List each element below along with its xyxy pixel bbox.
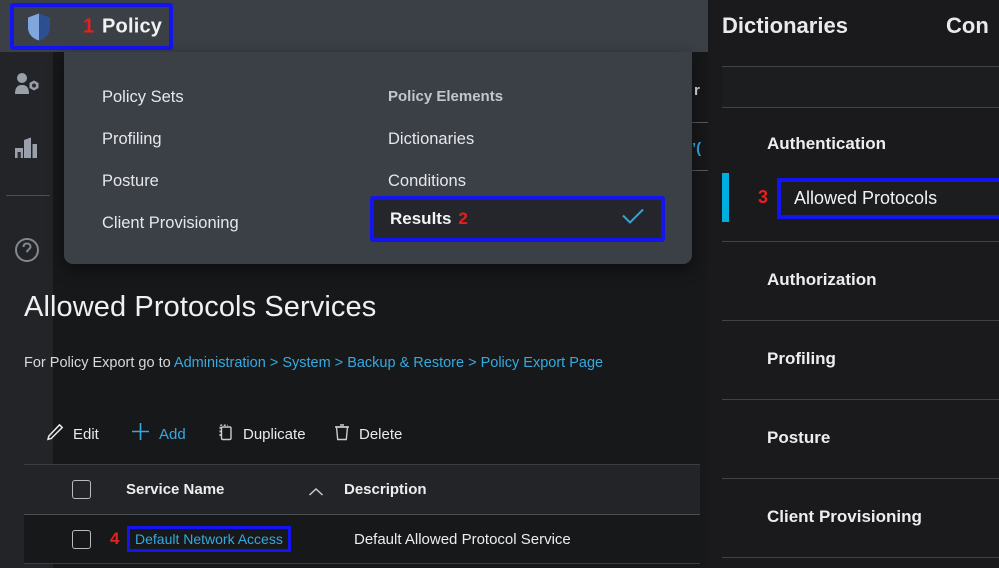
peek-text-1: r	[694, 82, 700, 99]
bar-chart-icon	[14, 136, 40, 165]
tab-conditions[interactable]: Con	[946, 13, 989, 39]
dropdown-column-right: Policy Elements Dictionaries Conditions	[388, 76, 688, 202]
nav-item-profiling[interactable]: Profiling	[722, 321, 999, 400]
nav-item-posture[interactable]: Posture	[722, 400, 999, 479]
annotation-number-4: 4	[110, 529, 120, 548]
nav-item-authorization[interactable]: Authorization	[722, 242, 999, 321]
results-label: Results	[390, 209, 452, 228]
nav-item-label-allowed-protocols: Allowed Protocols	[794, 188, 938, 208]
table-row[interactable]: 4 Default Network Access Default Allowed…	[24, 514, 700, 564]
nav-label-authorization: Authorization	[767, 270, 877, 289]
selection-indicator-bar	[722, 173, 729, 222]
delete-label: Delete	[359, 425, 403, 443]
pencil-icon	[46, 423, 64, 446]
table-header-row: Service Name Description	[24, 464, 700, 514]
policy-menu-label: Policy	[102, 15, 163, 37]
column-header-service-name[interactable]: Service Name	[126, 481, 224, 498]
annotation-number-2: 2	[458, 209, 468, 228]
nav-label-client-provisioning: Client Provisioning	[767, 507, 922, 526]
shield-icon	[26, 12, 52, 41]
rail-item-help[interactable]	[8, 234, 45, 271]
sep-2: >	[330, 355, 348, 371]
menu-item-results[interactable]: Results 2	[370, 196, 665, 242]
page-content: Allowed Protocols Services For Policy Ex…	[24, 264, 708, 568]
service-name-highlight: Default Network Access	[127, 526, 291, 552]
hint-prefix: For Policy Export go to	[24, 355, 174, 371]
nav-item-client-provisioning[interactable]: Client Provisioning	[722, 479, 999, 558]
main-pane: 1 Policy Allowed Protocols Services For …	[0, 0, 708, 568]
select-all-checkbox[interactable]	[72, 480, 91, 499]
add-label: Add	[159, 425, 186, 443]
peek-text-2: ’(	[692, 140, 702, 157]
tab-dictionaries[interactable]: Dictionaries	[722, 13, 848, 39]
services-table: Service Name Description 4 Default Netwo…	[24, 464, 700, 564]
annotation-number-3: 3	[758, 187, 769, 207]
page-title: Allowed Protocols Services	[24, 291, 377, 323]
menu-item-profiling[interactable]: Profiling	[102, 118, 392, 160]
nav-label-profiling: Profiling	[767, 349, 836, 368]
add-button[interactable]: Add	[131, 419, 186, 449]
rail-item-administration[interactable]	[8, 68, 45, 105]
menu-item-dictionaries[interactable]: Dictionaries	[388, 118, 688, 160]
rail-divider	[6, 195, 50, 196]
dropdown-column-left: Policy Sets Profiling Posture Client Pro…	[102, 76, 392, 244]
delete-button[interactable]: Delete	[334, 419, 402, 449]
edit-button[interactable]: Edit	[46, 419, 99, 449]
peek-divider-1	[692, 122, 708, 123]
link-backup-restore[interactable]: Backup & Restore	[347, 355, 464, 371]
menu-item-posture[interactable]: Posture	[102, 160, 392, 202]
user-admin-icon	[14, 72, 40, 101]
link-system[interactable]: System	[282, 355, 330, 371]
trash-icon	[334, 423, 350, 446]
menu-group-policy-elements: Policy Elements	[388, 88, 504, 105]
right-pane-nav-list: Authentication 3 Allowed Protocols Autho…	[722, 108, 999, 558]
sep-1: >	[265, 355, 283, 371]
menu-item-client-provisioning[interactable]: Client Provisioning	[102, 202, 392, 244]
duplicate-button[interactable]: Duplicate	[217, 419, 306, 449]
sep-3: >	[464, 355, 481, 371]
chevron-up-icon[interactable]	[308, 484, 324, 502]
nav-group-title-authentication: Authentication	[767, 134, 886, 153]
plus-icon	[131, 422, 150, 446]
peek-divider-2	[692, 170, 708, 171]
column-header-description[interactable]: Description	[344, 481, 427, 498]
help-circle-icon	[13, 236, 41, 269]
policy-export-hint: For Policy Export go to Administration >…	[24, 355, 603, 371]
row-checkbox[interactable]	[72, 529, 91, 549]
right-pane-tabs: Dictionaries Con	[708, 0, 999, 66]
duplicate-icon	[217, 423, 234, 446]
nav-label-posture: Posture	[767, 428, 831, 447]
menu-item-policy-sets[interactable]: Policy Sets	[102, 76, 392, 118]
edit-label: Edit	[73, 425, 99, 443]
annotation-number-1: 1	[83, 15, 95, 37]
duplicate-label: Duplicate	[243, 425, 306, 443]
app-root: 1 Policy Allowed Protocols Services For …	[0, 0, 999, 568]
nav-group-authentication: Authentication 3 Allowed Protocols	[722, 108, 999, 242]
check-icon	[621, 208, 645, 230]
rail-item-operations[interactable]	[8, 132, 45, 169]
service-name-link[interactable]: Default Network Access	[135, 531, 283, 547]
nav-item-allowed-protocols[interactable]: Allowed Protocols	[777, 178, 999, 219]
policy-menu-button[interactable]: 1 Policy	[10, 3, 173, 50]
link-policy-export-page[interactable]: Policy Export Page	[481, 355, 604, 371]
service-description: Default Allowed Protocol Service	[354, 530, 571, 548]
right-pane: Dictionaries Con Authentication 3 Allowe…	[708, 0, 999, 568]
link-administration[interactable]: Administration	[174, 355, 266, 371]
top-app-bar: 1 Policy	[0, 0, 708, 52]
right-pane-search-strip	[722, 66, 999, 108]
